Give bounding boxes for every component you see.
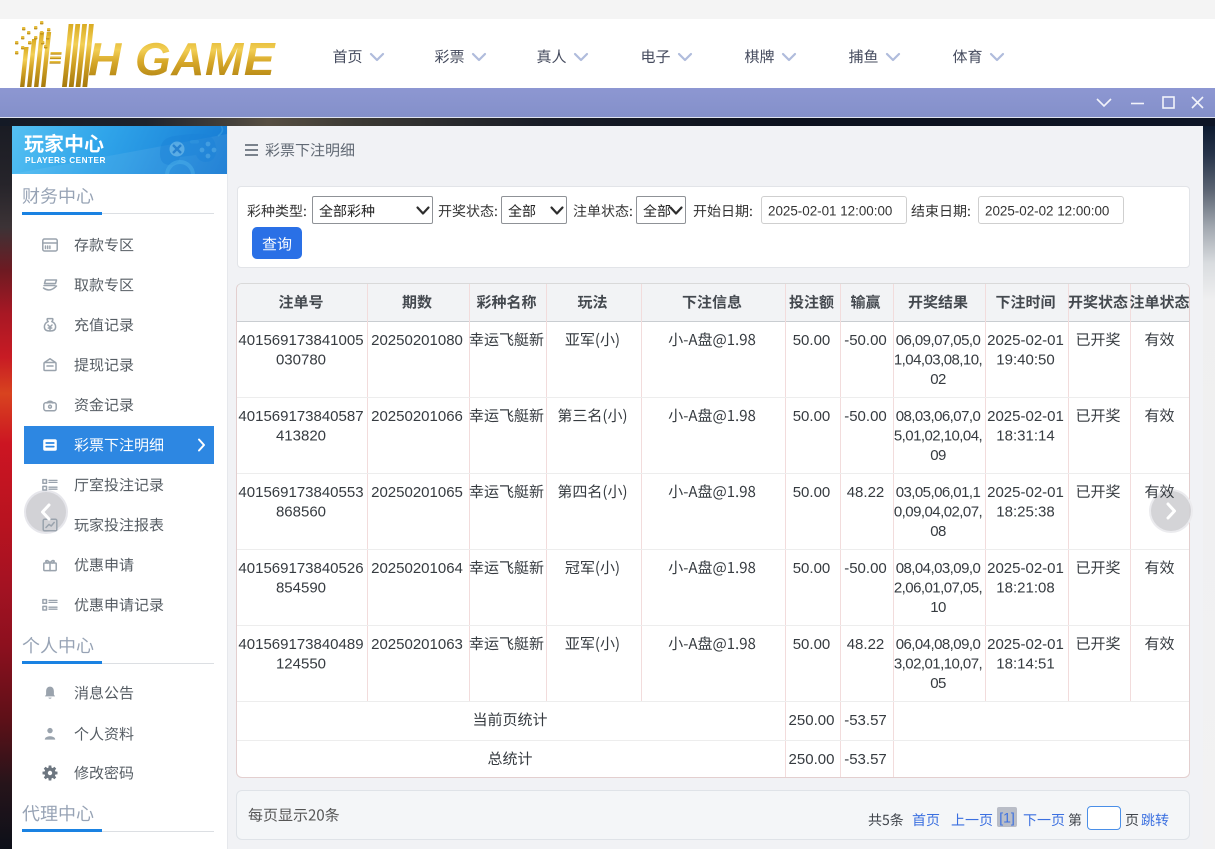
svg-text:20250201064: 20250201064: [371, 560, 463, 577]
svg-text:50.00: 50.00: [793, 408, 831, 425]
svg-text:124550: 124550: [276, 656, 326, 673]
svg-text:-53.57: -53.57: [844, 712, 887, 729]
svg-text:06,04,08,09,0: 06,04,08,09,0: [896, 636, 981, 653]
svg-text:03,05,06,01,1: 03,05,06,01,1: [896, 484, 981, 501]
svg-text:06,09,07,05,0: 06,09,07,05,0: [896, 332, 981, 349]
svg-text:-53.57: -53.57: [844, 751, 887, 768]
svg-text:3,02,01,10,07,: 3,02,01,10,07,: [894, 656, 982, 673]
svg-text:2025-02-01 12:00:00: 2025-02-01 12:00:00: [768, 204, 892, 219]
svg-text:20250201066: 20250201066: [371, 408, 463, 425]
svg-text:09: 09: [930, 447, 946, 464]
svg-text:250.00: 250.00: [789, 712, 835, 729]
svg-text:48.22: 48.22: [847, 636, 885, 653]
svg-text:401569173840587: 401569173840587: [238, 408, 363, 425]
svg-text:868560: 868560: [276, 504, 326, 521]
svg-text:18:31:14: 18:31:14: [996, 428, 1054, 445]
svg-text:18:25:38: 18:25:38: [996, 504, 1054, 521]
svg-text:2025-02-01: 2025-02-01: [987, 560, 1064, 577]
svg-text:50.00: 50.00: [793, 560, 831, 577]
svg-text:H GAME: H GAME: [88, 33, 276, 85]
svg-text:50.00: 50.00: [793, 332, 831, 349]
svg-text:50.00: 50.00: [793, 636, 831, 653]
svg-text:854590: 854590: [276, 580, 326, 597]
svg-text:0,09,04,02,07,: 0,09,04,02,07,: [894, 504, 982, 521]
svg-text:[1]: [1]: [999, 810, 1015, 826]
svg-text:401569173840489: 401569173840489: [238, 636, 363, 653]
svg-text:413820: 413820: [276, 428, 326, 445]
svg-text:2025-02-01: 2025-02-01: [987, 484, 1064, 501]
svg-text:48.22: 48.22: [847, 484, 885, 501]
svg-text:19:40:50: 19:40:50: [996, 352, 1054, 369]
svg-text:08,03,06,07,0: 08,03,06,07,0: [896, 408, 981, 425]
svg-text:10: 10: [930, 599, 946, 616]
svg-text:1,04,03,08,10,: 1,04,03,08,10,: [894, 352, 982, 369]
svg-text:2,06,01,07,05,: 2,06,01,07,05,: [894, 580, 982, 597]
svg-text:250.00: 250.00: [789, 751, 835, 768]
svg-text:18:14:51: 18:14:51: [996, 656, 1054, 673]
svg-text:-50.00: -50.00: [844, 332, 887, 349]
svg-text:401569173840526: 401569173840526: [238, 560, 363, 577]
svg-text:5,01,02,10,04,: 5,01,02,10,04,: [894, 428, 982, 445]
svg-text:030780: 030780: [276, 352, 326, 369]
svg-text:20250201065: 20250201065: [371, 484, 463, 501]
svg-text:02: 02: [930, 371, 946, 388]
svg-text:50.00: 50.00: [793, 484, 831, 501]
svg-text:PLAYERS CENTER: PLAYERS CENTER: [25, 156, 106, 165]
svg-text:2025-02-01: 2025-02-01: [987, 636, 1064, 653]
svg-text:18:21:08: 18:21:08: [996, 580, 1054, 597]
svg-text:20250201063: 20250201063: [371, 636, 463, 653]
svg-text:-50.00: -50.00: [844, 408, 887, 425]
svg-text:20250201080: 20250201080: [371, 332, 463, 349]
svg-text:08,04,03,09,0: 08,04,03,09,0: [896, 560, 981, 577]
svg-text:2025-02-02 12:00:00: 2025-02-02 12:00:00: [985, 204, 1109, 219]
svg-text:2025-02-01: 2025-02-01: [987, 408, 1064, 425]
svg-text:-50.00: -50.00: [844, 560, 887, 577]
svg-text:401569173841005: 401569173841005: [238, 332, 363, 349]
svg-text:05: 05: [930, 675, 946, 692]
svg-text:2025-02-01: 2025-02-01: [987, 332, 1064, 349]
svg-text:08: 08: [930, 523, 946, 540]
svg-text:401569173840553: 401569173840553: [238, 484, 363, 501]
